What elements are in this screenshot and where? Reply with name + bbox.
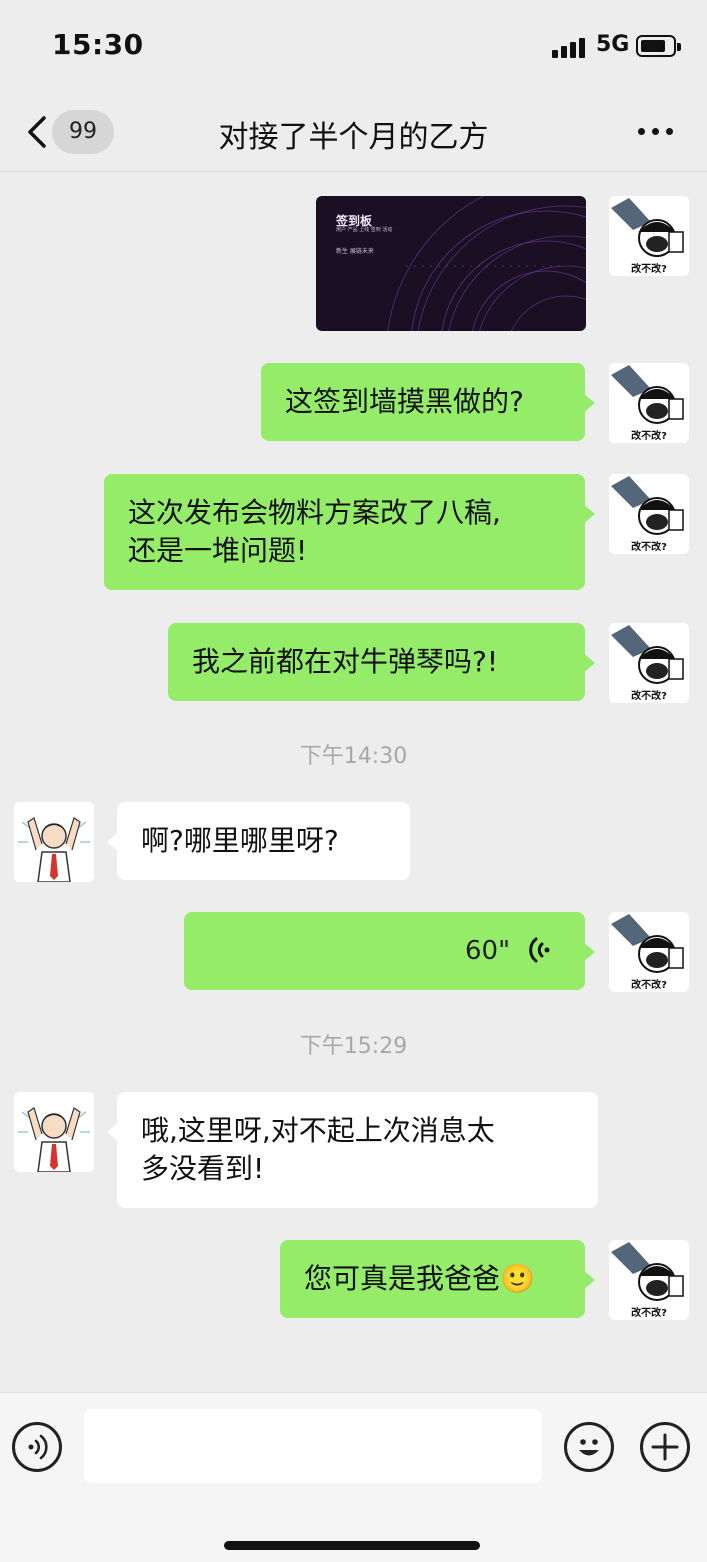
message-input[interactable] xyxy=(84,1409,542,1483)
voice-icon xyxy=(28,1434,48,1460)
status-time: 15:30 xyxy=(52,28,144,61)
message-text-line: 还是一堆问题! xyxy=(128,534,308,567)
message-text-line: 哦,这里呀,对不起上次消息太 xyxy=(141,1114,495,1147)
chat-header: 99 对接了半个月的乙方 xyxy=(0,90,707,172)
message-text: 我之前都在对牛弹琴吗?! xyxy=(192,645,499,678)
home-indicator xyxy=(224,1541,480,1550)
image-tagline: 新生 展链未来 xyxy=(336,248,374,255)
image-message[interactable]: 签到板 用户 产品 上线 签到 活动 新生 展链未来 xyxy=(316,196,586,331)
network-type: 5G xyxy=(596,32,630,57)
voice-message-bubble[interactable] xyxy=(184,912,595,990)
emoji-icon xyxy=(579,1439,599,1456)
battery-icon xyxy=(636,35,681,57)
message-text: 您可真是我爸爸🙂 xyxy=(304,1262,535,1295)
message-bubble[interactable]: 啊?哪里哪里呀? xyxy=(107,802,410,880)
more-icon[interactable] xyxy=(636,126,676,138)
message-bubble[interactable]: 这签到墙摸黑做的? xyxy=(261,363,595,441)
my-avatar[interactable]: 改不改? xyxy=(609,196,689,276)
contact-avatar[interactable] xyxy=(14,802,94,882)
signal-icon xyxy=(552,36,588,58)
image-subtitle: 用户 产品 上线 签到 活动 xyxy=(336,227,393,233)
more-functions-button[interactable] xyxy=(640,1422,690,1472)
message-text: 啊?哪里哪里呀? xyxy=(141,824,339,857)
status-bar: 15:30 5G xyxy=(0,0,707,90)
my-avatar[interactable]: 改不改? xyxy=(609,474,689,554)
my-avatar-caption: 改不改? xyxy=(631,689,667,702)
my-avatar-caption: 改不改? xyxy=(631,540,667,553)
message-bubble[interactable]: 您可真是我爸爸🙂 xyxy=(280,1240,595,1318)
timestamp: 下午15:29 xyxy=(299,1034,408,1059)
input-bar xyxy=(0,1392,707,1562)
voice-input-button[interactable] xyxy=(12,1422,62,1472)
my-avatar[interactable]: 改不改? xyxy=(609,363,689,443)
emoji-button[interactable] xyxy=(564,1422,614,1472)
message-text-line: 这次发布会物料方案改了八稿, xyxy=(128,496,501,529)
my-avatar[interactable]: 改不改? xyxy=(609,623,689,703)
voice-duration: 60" xyxy=(465,936,511,966)
my-avatar-caption: 改不改? xyxy=(631,978,667,991)
message-text-line: 多没看到! xyxy=(141,1152,265,1185)
my-avatar[interactable]: 改不改? xyxy=(609,912,689,992)
my-avatar-caption: 改不改? xyxy=(631,1306,667,1319)
my-avatar-caption: 改不改? xyxy=(631,429,667,442)
message-bubble[interactable]: 这次发布会物料方案改了八稿, 还是一堆问题! xyxy=(104,474,595,590)
message-bubble[interactable]: 哦,这里呀,对不起上次消息太 多没看到! xyxy=(107,1092,598,1208)
message-text: 这签到墙摸黑做的? xyxy=(285,385,524,418)
my-avatar-caption: 改不改? xyxy=(631,262,667,275)
plus-icon xyxy=(651,1433,679,1461)
my-avatar[interactable]: 改不改? xyxy=(609,1240,689,1320)
chat-title: 对接了半个月的乙方 xyxy=(218,120,489,155)
voice-wave-icon xyxy=(529,937,550,963)
contact-avatar[interactable] xyxy=(14,1092,94,1172)
timestamp: 下午14:30 xyxy=(299,744,408,769)
message-bubble[interactable]: 我之前都在对牛弹琴吗?! xyxy=(168,623,595,701)
